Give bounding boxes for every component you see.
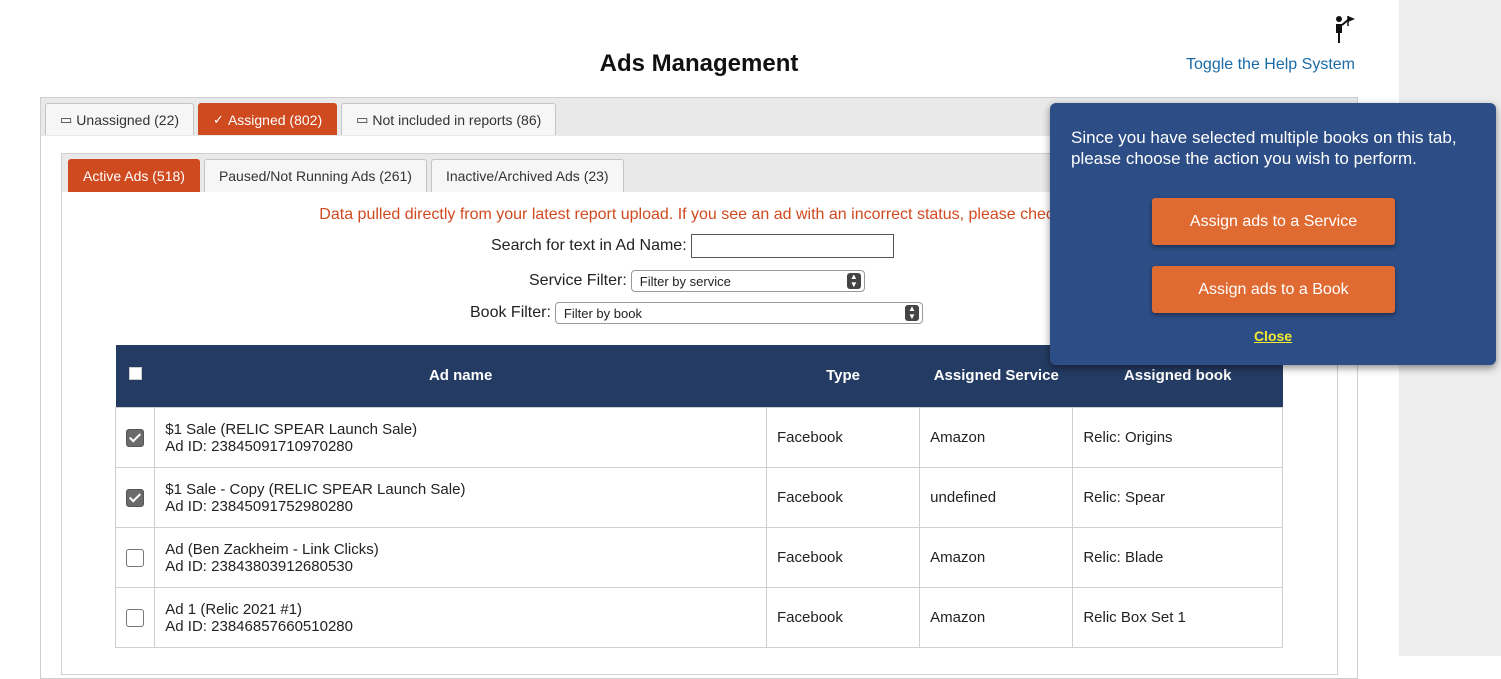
row-checkbox-cell bbox=[114, 407, 156, 468]
ad-name: Ad (Ben Zackheim - Link Clicks) bbox=[165, 540, 379, 558]
type-cell: Facebook bbox=[765, 587, 921, 648]
search-label: Search for text in Ad Name: bbox=[491, 237, 687, 254]
tab-inactive-ads[interactable]: Inactive/Archived Ads (23) bbox=[430, 159, 624, 192]
book-cell: Relic Box Set 1 bbox=[1072, 587, 1283, 648]
popup-close-link[interactable]: Close bbox=[1050, 328, 1496, 344]
popup-message: Since you have selected multiple books o… bbox=[1071, 128, 1457, 168]
service-cell: Amazon bbox=[919, 587, 1074, 648]
tab-label: Assigned (802) bbox=[227, 111, 323, 128]
help-figure-icon[interactable] bbox=[1331, 14, 1357, 44]
search-input[interactable] bbox=[690, 234, 894, 258]
row-checkbox[interactable] bbox=[126, 608, 145, 627]
assign-book-button[interactable]: Assign ads to a Book bbox=[1152, 266, 1395, 313]
book-filter-label: Book Filter: bbox=[470, 304, 551, 321]
ad-name-cell: Ad 1 (Relic 2021 #1) Ad ID: 238468576605… bbox=[154, 587, 767, 648]
ad-name-cell: $1 Sale - Copy (RELIC SPEAR Launch Sale)… bbox=[154, 467, 767, 528]
type-cell: Facebook bbox=[765, 407, 921, 468]
ad-name: $1 Sale (RELIC SPEAR Launch Sale) bbox=[165, 420, 418, 438]
inbox-icon: ▭ bbox=[356, 111, 369, 127]
tab-unassigned[interactable]: ▭ Unassigned (22) bbox=[45, 103, 195, 135]
service-filter-value: Filter by service bbox=[639, 273, 731, 289]
select-all-header bbox=[115, 345, 155, 408]
ad-id: Ad ID: 23845091710970280 bbox=[165, 437, 353, 455]
header-ad-name[interactable]: Ad name bbox=[154, 345, 767, 408]
row-checkbox-cell bbox=[114, 587, 156, 648]
ad-name-cell: Ad (Ben Zackheim - Link Clicks) Ad ID: 2… bbox=[154, 527, 767, 588]
assign-service-button[interactable]: Assign ads to a Service bbox=[1152, 198, 1395, 245]
service-cell: undefined bbox=[919, 467, 1074, 528]
book-filter-value: Filter by book bbox=[563, 305, 642, 321]
ad-name: Ad 1 (Relic 2021 #1) bbox=[165, 600, 303, 618]
row-checkbox[interactable] bbox=[126, 428, 145, 447]
ad-name-cell: $1 Sale (RELIC SPEAR Launch Sale) Ad ID:… bbox=[154, 407, 767, 468]
ad-id: Ad ID: 23846857660510280 bbox=[165, 617, 353, 635]
header-type[interactable]: Type bbox=[766, 345, 920, 408]
inner-tabs: Active Ads (518) Paused/Not Running Ads … bbox=[68, 159, 624, 192]
service-cell: Amazon bbox=[919, 527, 1074, 588]
table-row: $1 Sale - Copy (RELIC SPEAR Launch Sale)… bbox=[114, 467, 1283, 528]
tab-label: Unassigned (22) bbox=[76, 111, 180, 128]
page-title: Ads Management bbox=[599, 50, 799, 77]
row-checkbox[interactable] bbox=[126, 548, 145, 567]
book-filter-row: Book Filter: Filter by book ▲ ▼ bbox=[470, 302, 923, 324]
outer-tabs: ▭ Unassigned (22) ✓ Assigned (802) ▭ Not… bbox=[45, 103, 557, 135]
service-filter-select[interactable]: Filter by service ▲ ▼ bbox=[630, 270, 865, 292]
ads-table: Ad name Type Assigned Service Assigned b… bbox=[114, 345, 1283, 648]
row-checkbox-cell bbox=[114, 527, 156, 588]
table-row: Ad (Ben Zackheim - Link Clicks) Ad ID: 2… bbox=[114, 527, 1283, 588]
service-filter-row: Service Filter: Filter by service ▲ ▼ bbox=[529, 270, 865, 292]
search-row: Search for text in Ad Name: bbox=[491, 234, 894, 258]
book-filter-select[interactable]: Filter by book ▲ ▼ bbox=[554, 302, 923, 324]
tab-assigned[interactable]: ✓ Assigned (802) bbox=[198, 103, 338, 135]
row-checkbox[interactable] bbox=[126, 488, 145, 507]
tab-label: Not included in reports (86) bbox=[372, 111, 542, 128]
inbox-icon: ▭ bbox=[60, 111, 73, 127]
check-circle-icon: ✓ bbox=[213, 111, 224, 127]
service-filter-label: Service Filter: bbox=[529, 272, 627, 289]
tab-active-ads[interactable]: Active Ads (518) bbox=[68, 159, 200, 192]
book-cell: Relic: Spear bbox=[1072, 467, 1283, 528]
tab-not-included[interactable]: ▭ Not included in reports (86) bbox=[341, 103, 557, 135]
select-arrows-icon: ▲ ▼ bbox=[846, 273, 861, 289]
bulk-action-popup: Since you have selected multiple books o… bbox=[1050, 103, 1496, 365]
type-cell: Facebook bbox=[765, 467, 921, 528]
tab-paused-ads[interactable]: Paused/Not Running Ads (261) bbox=[203, 159, 427, 192]
select-arrows-icon: ▲ ▼ bbox=[904, 305, 919, 321]
ad-id: Ad ID: 23843803912680530 bbox=[165, 557, 353, 575]
select-all-checkbox[interactable] bbox=[128, 367, 142, 380]
ad-id: Ad ID: 23845091752980280 bbox=[165, 497, 353, 515]
service-cell: Amazon bbox=[919, 407, 1074, 468]
type-cell: Facebook bbox=[765, 527, 921, 588]
ad-name: $1 Sale - Copy (RELIC SPEAR Launch Sale) bbox=[165, 480, 466, 498]
table-row: $1 Sale (RELIC SPEAR Launch Sale) Ad ID:… bbox=[114, 407, 1283, 468]
table-row: Ad 1 (Relic 2021 #1) Ad ID: 238468576605… bbox=[114, 587, 1283, 648]
book-cell: Relic: Blade bbox=[1072, 527, 1283, 588]
book-cell: Relic: Origins bbox=[1072, 407, 1283, 468]
row-checkbox-cell bbox=[114, 467, 156, 528]
